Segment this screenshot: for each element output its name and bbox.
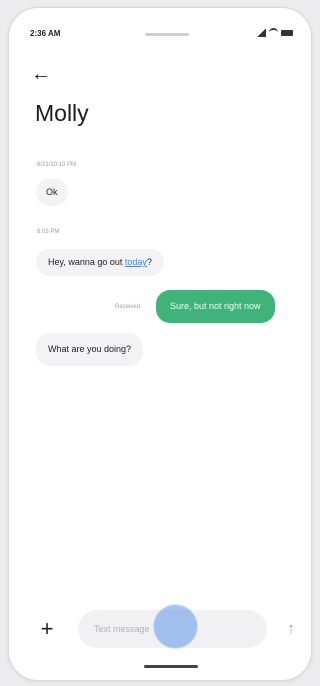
message-input[interactable] — [94, 621, 244, 637]
battery-icon — [281, 29, 293, 36]
send-arrow-icon: ↑ — [287, 620, 295, 637]
message-timestamp: 6/21/10:10 PM — [37, 162, 77, 168]
signal-icon — [256, 28, 266, 37]
send-button[interactable]: ↑ — [280, 618, 302, 640]
message-text: What are you doing? — [48, 344, 132, 354]
delivery-status: Received — [115, 304, 141, 310]
status-icons — [256, 28, 293, 37]
message-timestamp: 6:03 PM — [37, 229, 60, 235]
notch-pill — [145, 33, 189, 36]
incoming-message-bubble[interactable]: What are you doing? — [36, 333, 144, 366]
message-text-prefix: Hey, wanna go out — [48, 257, 125, 267]
arrow-left-icon: ← — [31, 63, 51, 85]
date-link[interactable]: today — [125, 257, 147, 267]
wifi-icon — [269, 28, 278, 37]
incoming-message-bubble[interactable]: Ok — [36, 179, 68, 206]
message-text-suffix: ? — [146, 257, 152, 267]
home-indicator — [144, 665, 198, 668]
back-button[interactable]: ← — [31, 62, 59, 86]
add-attachment-button[interactable]: + — [37, 616, 57, 641]
incoming-message-bubble[interactable]: Hey, wanna go out today? — [36, 249, 164, 276]
conversation-title: Molly — [35, 100, 89, 126]
message-text: Sure, but not right now — [170, 301, 261, 311]
status-bar: 2:36 AM — [9, 8, 311, 48]
message-composer[interactable] — [78, 610, 267, 648]
phone-screen: 2:36 AM ← Molly 6/21/10:10 PM Ok 6:03 PM… — [8, 7, 312, 681]
message-text: Ok — [46, 187, 58, 197]
outgoing-message-bubble[interactable]: Sure, but not right now — [156, 290, 275, 323]
plus-icon: + — [40, 616, 54, 641]
status-time: 2:36 AM — [30, 29, 61, 38]
